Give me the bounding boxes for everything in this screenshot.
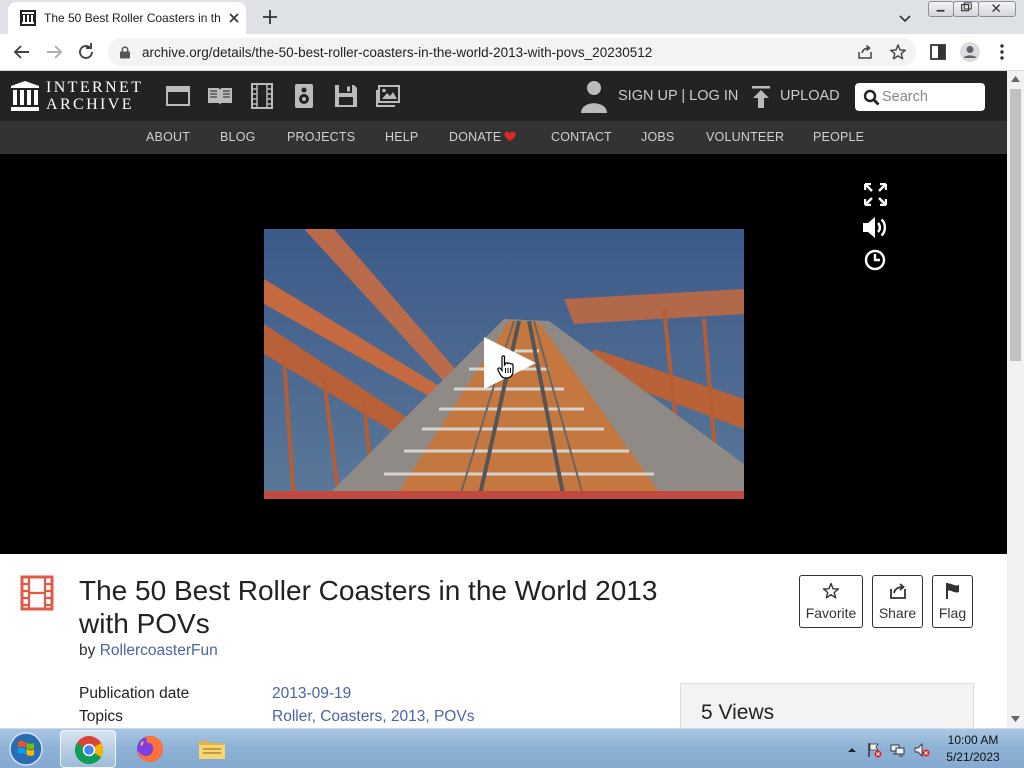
taskbar-clock-date[interactable]: 5/21/2023 xyxy=(940,750,1006,764)
hand-pointer-cursor-icon xyxy=(497,355,514,379)
window-restore-button[interactable] xyxy=(953,1,979,17)
share-page-icon[interactable] xyxy=(856,43,874,61)
chrome-logo-icon xyxy=(74,736,103,765)
taskbar-firefox-button[interactable] xyxy=(122,730,178,768)
flag-button[interactable]: Flag xyxy=(932,575,973,628)
signup-login-link[interactable]: SIGN UP | LOG IN xyxy=(618,88,738,104)
views-count: 5 Views xyxy=(701,701,775,724)
taskbar-clock-time[interactable]: 10:00 AM xyxy=(940,733,1006,747)
file-explorer-folder-icon xyxy=(199,741,225,759)
audio-speaker-icon[interactable] xyxy=(291,83,317,109)
page-scrollbar[interactable] xyxy=(1007,71,1024,728)
tray-network-icon[interactable] xyxy=(890,742,906,758)
favorite-label: Favorite xyxy=(805,605,857,621)
firefox-logo-icon xyxy=(137,736,163,762)
texts-book-icon[interactable] xyxy=(207,83,233,109)
item-title: The 50 Best Roller Coasters in the World… xyxy=(79,575,658,639)
window-minimize-button[interactable] xyxy=(928,1,954,17)
history-clock-icon[interactable] xyxy=(864,249,886,271)
flag-label: Flag xyxy=(938,605,967,621)
upload-link[interactable]: UPLOAD xyxy=(780,88,840,104)
star-icon xyxy=(822,582,840,599)
nav-donate[interactable]: DONATE xyxy=(449,130,501,144)
share-icon xyxy=(890,583,906,599)
tray-volume-muted-icon[interactable] xyxy=(914,742,930,758)
byline-prefix: by xyxy=(79,642,96,659)
share-label: Share xyxy=(878,605,917,621)
tab-search-chevron-icon[interactable] xyxy=(893,8,917,28)
browser-tab-strip: The 50 Best Roller Coasters in the World… xyxy=(0,0,1024,34)
lock-icon[interactable] xyxy=(119,46,131,59)
movie-film-icon xyxy=(20,575,54,611)
windows-start-orb-icon[interactable] xyxy=(6,731,46,767)
nav-about[interactable]: ABOUT xyxy=(146,130,190,144)
browser-toolbar: archive.org/details/the-50-best-roller-c… xyxy=(0,34,1024,71)
donate-heart-icon[interactable] xyxy=(504,131,516,142)
browser-menu-kebab-icon[interactable] xyxy=(990,40,1014,64)
tray-show-hidden-arrow-icon[interactable] xyxy=(844,742,860,758)
taskbar-explorer-button[interactable] xyxy=(184,730,240,768)
nav-help[interactable]: HELP xyxy=(385,130,418,144)
user-account-icon[interactable] xyxy=(578,79,610,113)
scroll-up-arrow-icon[interactable] xyxy=(1011,76,1020,82)
favorite-button[interactable]: Favorite xyxy=(799,575,863,628)
nav-jobs[interactable]: JOBS xyxy=(641,130,674,144)
meta-value-publication-date[interactable]: 2013-09-19 xyxy=(272,685,351,703)
meta-value-topics[interactable]: Roller, Coasters, 2013, POVs xyxy=(272,708,474,726)
meta-key-topics: Topics xyxy=(79,708,123,725)
reload-icon[interactable] xyxy=(74,40,98,64)
share-button[interactable]: Share xyxy=(872,575,923,628)
search-icon[interactable] xyxy=(863,89,880,106)
address-bar[interactable]: archive.org/details/the-50-best-roller-c… xyxy=(108,38,916,66)
volume-icon[interactable] xyxy=(862,215,889,240)
tab-title: The 50 Best Roller Coasters in the World… xyxy=(44,11,220,25)
ia-top-header: INTERNET ARCHIVE SIGN UP | LOG IN UPLOAD… xyxy=(0,71,1007,121)
nav-contact[interactable]: CONTACT xyxy=(551,130,612,144)
software-floppy-icon[interactable] xyxy=(333,83,359,109)
taskbar-chrome-button[interactable] xyxy=(60,730,116,768)
nav-projects[interactable]: PROJECTS xyxy=(287,130,355,144)
ia-search-box[interactable] xyxy=(855,83,985,111)
scroll-down-arrow-icon[interactable] xyxy=(1011,716,1020,722)
profile-avatar-icon[interactable] xyxy=(958,40,982,64)
images-icon[interactable] xyxy=(375,83,401,109)
bookmark-star-icon[interactable] xyxy=(889,43,907,61)
browser-tab[interactable]: The 50 Best Roller Coasters in the World… xyxy=(8,2,246,34)
url-text: archive.org/details/the-50-best-roller-c… xyxy=(142,45,653,60)
nav-volunteer[interactable]: VOLUNTEER xyxy=(706,130,784,144)
upload-arrow-icon[interactable] xyxy=(750,85,772,109)
flag-icon xyxy=(946,583,959,599)
creator-link[interactable]: RollercoasterFun xyxy=(100,642,218,659)
archive-favicon-icon xyxy=(20,10,36,26)
fullscreen-icon[interactable] xyxy=(864,183,887,206)
back-arrow-icon[interactable] xyxy=(10,40,34,64)
nav-blog[interactable]: BLOG xyxy=(220,130,256,144)
ia-logo-text-line1[interactable]: INTERNET xyxy=(46,79,143,97)
forward-arrow-icon[interactable] xyxy=(42,40,66,64)
search-input[interactable] xyxy=(882,87,978,107)
meta-key-publication-date: Publication date xyxy=(79,685,190,702)
ia-logo-text-line2[interactable]: ARCHIVE xyxy=(46,96,134,114)
tab-close-icon[interactable] xyxy=(226,10,242,26)
video-film-icon[interactable] xyxy=(249,83,275,109)
tray-action-center-flag-icon[interactable] xyxy=(866,742,882,758)
side-panel-icon[interactable] xyxy=(926,40,950,64)
window-close-button[interactable] xyxy=(978,1,1016,17)
web-archive-icon[interactable] xyxy=(165,83,191,109)
item-byline: by RollercoasterFun xyxy=(79,642,218,660)
new-tab-plus-icon[interactable] xyxy=(258,6,282,28)
scrollbar-thumb[interactable] xyxy=(1010,89,1021,361)
nav-people[interactable]: PEOPLE xyxy=(813,130,864,144)
windows-taskbar xyxy=(0,728,1024,768)
internet-archive-logo-icon[interactable] xyxy=(10,81,40,111)
